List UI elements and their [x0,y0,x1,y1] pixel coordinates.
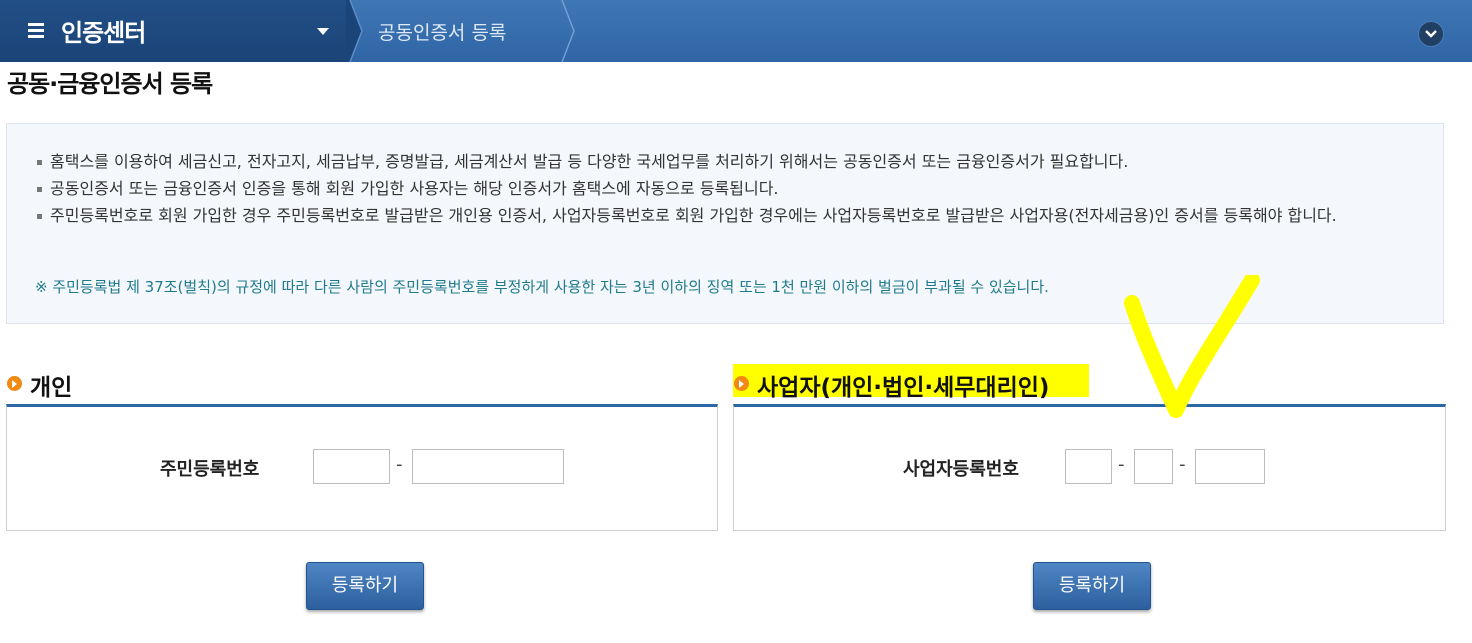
breadcrumb-current[interactable]: 공동인증서 등록 [378,18,506,45]
orange-arrow-bullet-icon [7,376,22,391]
business-register-button[interactable]: 등록하기 [1033,562,1151,610]
breadcrumb-separator-icon [561,0,575,62]
business-number-label: 사업자등록번호 [903,459,1019,480]
home-menu[interactable]: 인증센터 [0,0,350,62]
home-title[interactable]: 인증센터 [61,13,146,48]
legal-warning: ※ 주민등록법 제 37조(벌칙)의 규정에 따라 다른 사람의 주민등록번호를… [35,278,1049,296]
caret-down-icon[interactable] [317,28,329,35]
dash-separator: - [396,454,403,475]
resident-number-back-input[interactable] [412,449,564,484]
dash-separator: - [1179,454,1186,475]
chevron-down-icon [1425,30,1437,38]
business-number-part3-input[interactable] [1195,449,1265,484]
expand-toggle-button[interactable] [1418,21,1444,47]
personal-register-button[interactable]: 등록하기 [306,562,424,610]
notice-item: 주민등록번호로 회원 가입한 경우 주민등록번호로 발급받은 개인용 인증서, … [37,202,1427,229]
business-number-part2-input[interactable] [1134,449,1173,484]
notice-item: 공동인증서 또는 금융인증서 인증을 통해 회원 가입한 사용자는 해당 인증서… [37,175,1427,202]
orange-arrow-bullet-icon [734,376,749,391]
notice-list: 홈택스를 이용하여 세금신고, 전자고지, 세금납부, 증명발급, 세금계산서 … [37,148,1427,229]
resident-number-front-input[interactable] [313,449,390,484]
business-section-title: 사업자(개인·법인·세무대리인) [757,375,1050,401]
checkmark-annotation-icon [1124,275,1260,418]
dash-separator: - [1118,454,1125,475]
business-number-part1-input[interactable] [1065,449,1112,484]
breadcrumb-separator-icon [346,0,363,62]
notice-item: 홈택스를 이용하여 세금신고, 전자고지, 세금납부, 증명발급, 세금계산서 … [37,148,1427,175]
resident-number-label: 주민등록번호 [160,459,260,480]
page-title: 공동·금융인증서 등록 [7,70,213,98]
hamburger-menu-icon[interactable] [28,23,44,39]
top-nav-bar: 인증센터 공동인증서 등록 [0,0,1472,62]
personal-section-title: 개인 [30,375,73,401]
